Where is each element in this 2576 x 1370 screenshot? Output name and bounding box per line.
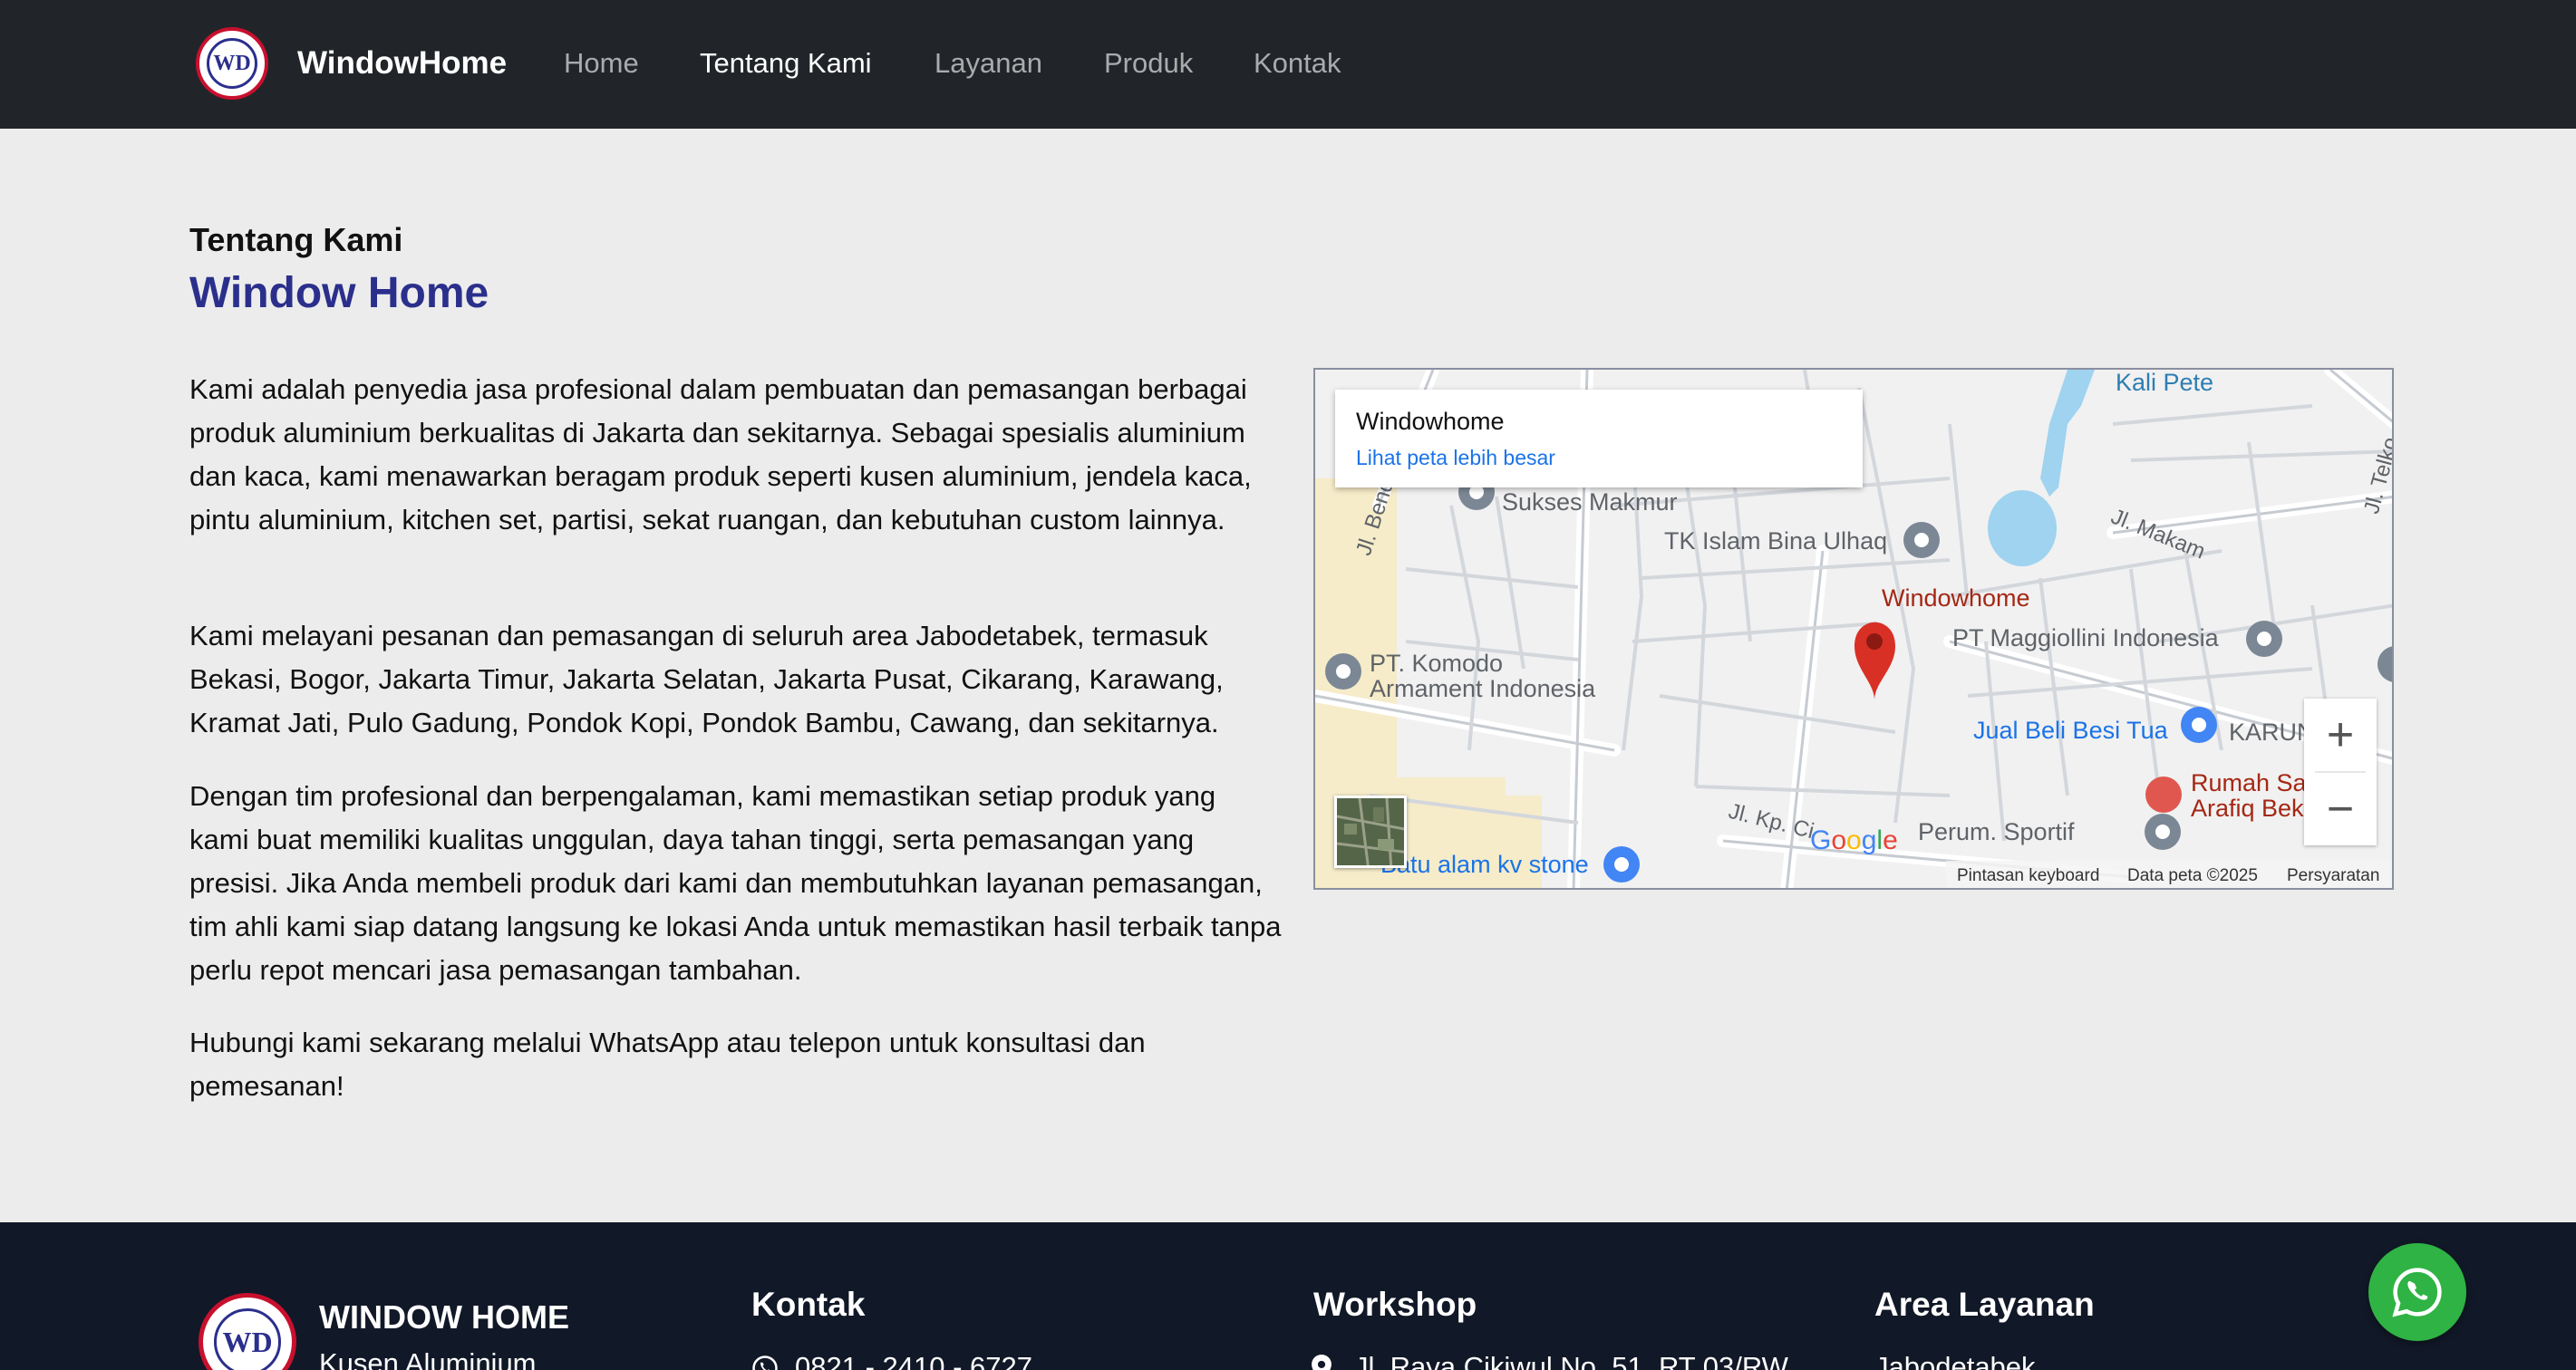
footer-subtitle: Kusen Aluminium [319,1347,537,1370]
footer-workshop-address: Jl. Raya Cikiwul No. 51, RT 03/RW [1354,1351,1788,1370]
map-place-label: Kali Pete [2116,369,2214,396]
footer-brand: WINDOW HOME [319,1298,569,1336]
map-marker-label[interactable]: Windowhome [1882,585,2030,611]
zoom-in-button[interactable]: + [2304,699,2377,771]
map-place-label: Rumah Sa [2191,769,2307,796]
keyboard-shortcuts-link[interactable]: Pintasan keyboard [1957,866,2099,886]
view-larger-map-link[interactable]: Lihat peta lebih besar [1356,446,1555,470]
nav-link-tentang-kami[interactable]: Tentang Kami [700,45,872,82]
map-zoom-controls: + − [2304,699,2377,845]
footer-phone-link[interactable]: 0821 - 2410 - 6727 [795,1351,1032,1370]
map-place-label: Jual Beli Besi Tua [1973,717,2168,744]
map-place-label: Sukses Makmur [1502,488,1678,516]
map-place-label: Perum. Sportif [1918,818,2075,845]
footer-logo: WD [199,1293,296,1370]
nav-link-home[interactable]: Home [564,45,639,82]
map-card-title: Windowhome [1356,408,1505,435]
terms-link[interactable]: Persyaratan [2287,866,2379,886]
map-info-card: Windowhome Lihat peta lebih besar [1335,390,1863,487]
embedded-map[interactable]: Kali Pete Sukses Makmur TK Islam Bina Ul… [1313,368,2394,890]
brand-logo-text: WD [207,38,257,89]
about-paragraph: Dengan tim profesional dan berpengalaman… [189,780,1282,986]
nav-link-layanan[interactable]: Layanan [935,45,1042,82]
navbar: WD WindowHome Home Tentang Kami Layanan … [0,0,2576,129]
map-place-label: Armament Indonesia [1370,675,1596,702]
location-pin-icon [1312,1355,1332,1370]
phone-icon [752,1356,778,1370]
section-title: Window Home [189,269,489,317]
about-paragraph: Hubungi kami sekarang melalui WhatsApp a… [189,1027,1146,1102]
footer-workshop-heading: Workshop [1313,1286,1477,1323]
google-logo: Google [1810,825,1898,855]
brand-logo[interactable]: WD [196,27,268,100]
satellite-icon [1337,798,1404,865]
footer-contact-heading: Kontak [751,1286,866,1323]
about-paragraph: Kami adalah penyedia jasa profesional da… [189,373,1252,535]
footer-logo-text: WD [214,1308,281,1370]
footer-area-heading: Area Layanan [1874,1286,2095,1323]
map-attribution-bar: Pintasan keyboard Data peta ©2025 Persya… [1315,861,2392,888]
zoom-out-button[interactable]: − [2304,773,2377,845]
map-place-label: PT. Komodo [1370,650,1504,677]
nav-link-produk[interactable]: Produk [1104,45,1193,82]
map-place-label: Arafiq Bek [2191,795,2304,822]
whatsapp-icon [2392,1268,2442,1317]
nav-link-kontak[interactable]: Kontak [1254,45,1341,82]
site-footer: WD WINDOW HOME Kusen Aluminium Kontak 08… [0,1222,2576,1370]
satellite-view-toggle[interactable] [1334,796,1407,868]
whatsapp-button[interactable] [2368,1243,2466,1341]
map-place-label: TK Islam Bina Ulhaq [1664,527,1888,555]
map-data-label: Data peta ©2025 [2127,866,2258,885]
footer-area-item: Jabodetabek [1874,1351,2036,1370]
about-paragraph: Kami melayani pesanan dan pemasangan di … [189,620,1224,738]
section-eyebrow: Tentang Kami [189,221,403,258]
brand-name[interactable]: WindowHome [297,40,507,87]
map-place-label: PT Maggiollini Indonesia [1952,624,2219,651]
map-place-label: KARUN [2229,719,2315,746]
